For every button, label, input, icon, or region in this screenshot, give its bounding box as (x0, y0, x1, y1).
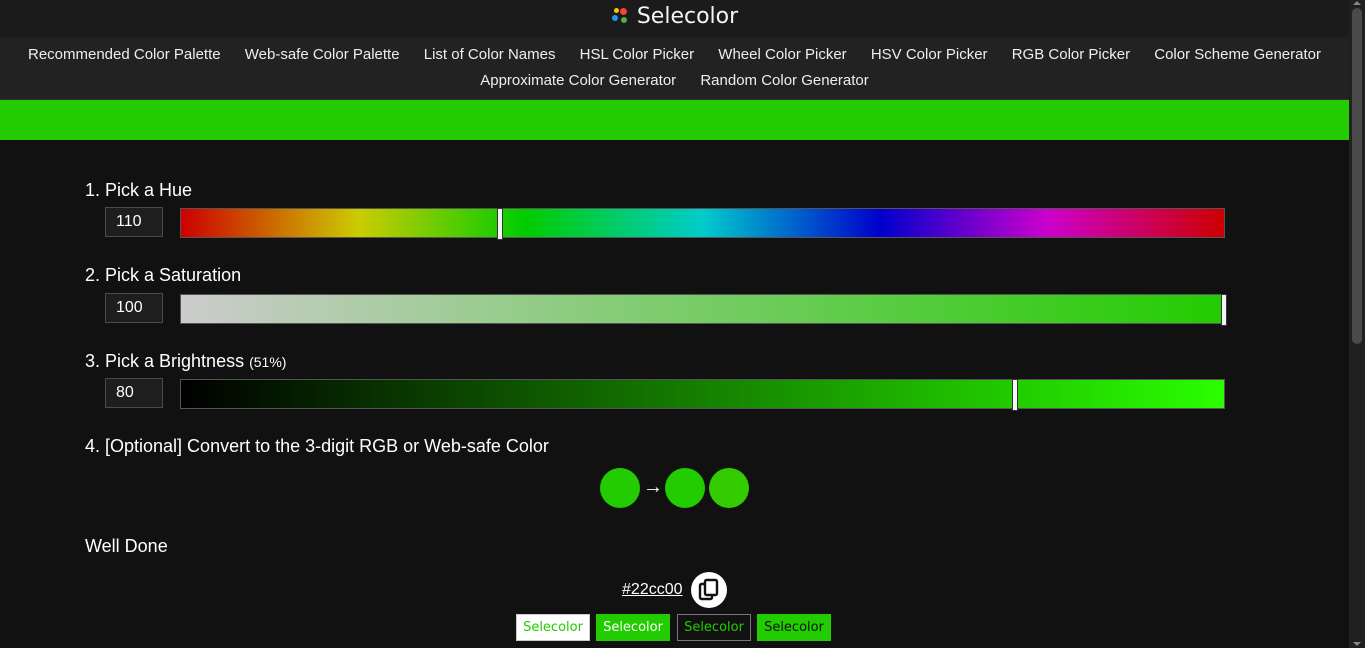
sample-white-bg: Selecolor (516, 614, 590, 641)
brightness-title-text: 3. Pick a Brightness (85, 351, 245, 371)
sample-green-bg-dark-text: Selecolor (757, 614, 831, 641)
text-samples: Selecolor Selecolor Selecolor Selecolor (516, 614, 836, 642)
hue-slider-handle[interactable] (496, 208, 503, 240)
nav-bar: Recommended Color Palette Web-safe Color… (0, 37, 1349, 99)
brand[interactable]: Selecolor (0, 4, 1349, 30)
nav-color-scheme-generator[interactable]: Color Scheme Generator (1154, 46, 1321, 63)
nav-list-of-color-names[interactable]: List of Color Names (424, 46, 556, 63)
arrow-icon: → (643, 476, 663, 498)
nav-recommended-color-palette[interactable]: Recommended Color Palette (28, 46, 221, 63)
brightness-input[interactable]: 80 (105, 378, 163, 408)
sample-green-bg-white-text: Selecolor (596, 614, 670, 641)
hue-title: 1. Pick a Hue (85, 180, 193, 200)
rgb3-color-swatch[interactable] (665, 468, 705, 508)
saturation-title: 2. Pick a Saturation (85, 265, 242, 285)
color-preview-banner (0, 100, 1349, 140)
saturation-input[interactable]: 100 (105, 293, 163, 323)
scrollbar-thumb[interactable] (1352, 8, 1362, 344)
logo-icon (611, 7, 629, 25)
convert-swatches: → (600, 468, 760, 508)
nav-random-color-generator[interactable]: Random Color Generator (700, 72, 868, 89)
brightness-title: 3. Pick a Brightness (51%) (85, 351, 286, 372)
hue-slider[interactable] (180, 208, 1225, 240)
nav-web-safe-color-palette[interactable]: Web-safe Color Palette (245, 46, 400, 63)
copy-button[interactable] (690, 572, 727, 608)
page-scrollbar[interactable] (1349, 0, 1365, 648)
brand-name: Selecolor (636, 4, 739, 29)
scroll-up-icon[interactable] (1353, 1, 1361, 5)
hue-input[interactable]: 110 (105, 207, 163, 237)
saturation-slider[interactable] (180, 294, 1227, 326)
result-title: Well Done (85, 536, 168, 556)
nav-hsv-color-picker[interactable]: HSV Color Picker (871, 46, 988, 63)
nav-rgb-color-picker[interactable]: RGB Color Picker (1012, 46, 1130, 63)
websafe-color-swatch[interactable] (709, 468, 749, 508)
sample-dark-bg: Selecolor (677, 614, 751, 641)
nav-row-2: Approximate Color Generator Random Color… (0, 72, 1349, 89)
copy-icon (698, 578, 719, 601)
original-color-swatch (600, 468, 640, 508)
nav-approximate-color-generator[interactable]: Approximate Color Generator (480, 72, 676, 89)
hex-value-link[interactable]: #22cc00 (622, 581, 683, 599)
hex-output: #22cc00 (0, 572, 1349, 608)
brightness-percent: (51%) (249, 354, 287, 370)
brightness-slider-handle[interactable] (1012, 379, 1019, 411)
site-header: Selecolor Recommended Color Palette Web-… (0, 0, 1349, 100)
nav-wheel-color-picker[interactable]: Wheel Color Picker (718, 46, 846, 63)
saturation-slider-handle[interactable] (1221, 294, 1227, 326)
convert-title: 4. [Optional] Convert to the 3-digit RGB… (85, 436, 549, 456)
nav-row-1: Recommended Color Palette Web-safe Color… (0, 46, 1349, 63)
nav-hsl-color-picker[interactable]: HSL Color Picker (580, 46, 694, 63)
scroll-down-icon[interactable] (1353, 642, 1361, 646)
brightness-slider[interactable] (180, 379, 1225, 411)
